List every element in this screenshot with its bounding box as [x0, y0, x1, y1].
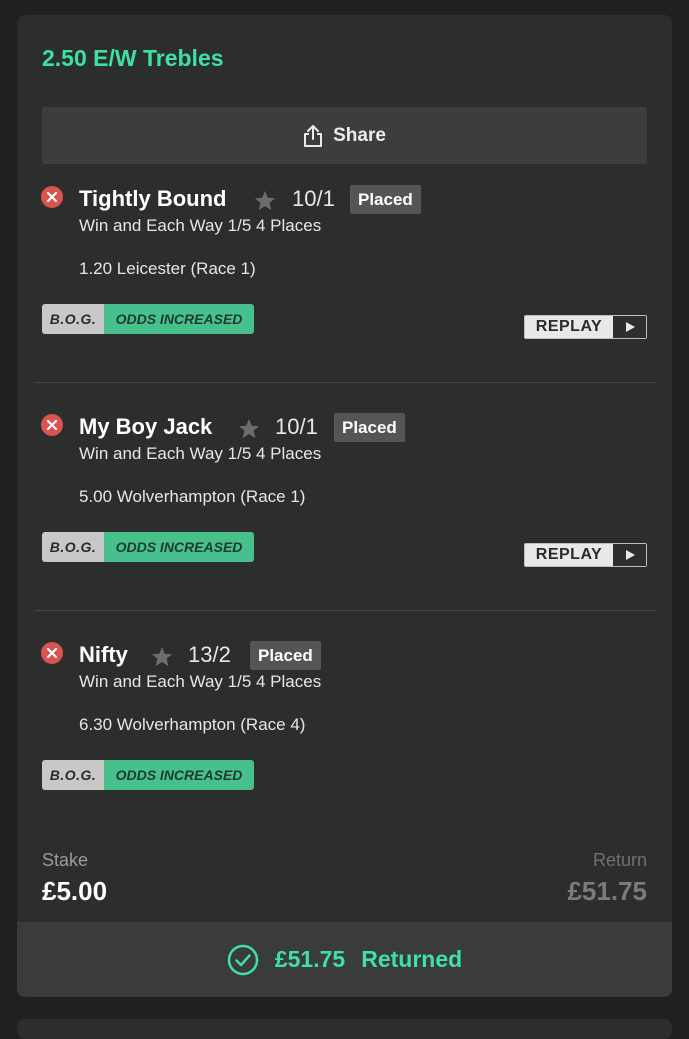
selection-1: Tightly Bound 10/1 Placed Win and Each W… [17, 185, 672, 414]
bet-card: 2.50 E/W Trebles Share Tightly Bound 10/… [17, 15, 672, 997]
bog-label: B.O.G. [42, 760, 104, 790]
divider [34, 382, 656, 383]
bet-title: 2.50 E/W Trebles [42, 45, 224, 71]
odds-increased-label: ODDS INCREASED [104, 760, 254, 790]
selection-race: 1.20 Leicester (Race 1) [79, 259, 256, 278]
selection-3: Nifty 13/2 Placed Win and Each Way 1/5 4… [17, 641, 672, 870]
x-circle-icon [41, 186, 63, 208]
selection-odds: 13/2 [188, 642, 231, 667]
bog-label: B.O.G. [42, 532, 104, 562]
replay-button[interactable]: REPLAY [524, 315, 647, 339]
selection-market: Win and Each Way 1/5 4 Places [79, 444, 322, 463]
return-label: Return [592, 850, 647, 870]
bog-badge: B.O.G. ODDS INCREASED [42, 304, 254, 334]
x-circle-icon [41, 642, 63, 664]
returned-amount: £51.75 [274, 946, 346, 972]
bog-badge: B.O.G. ODDS INCREASED [42, 760, 254, 790]
stake-value: £5.00 [42, 876, 108, 906]
share-button[interactable]: Share [42, 107, 647, 164]
returned-label: Returned [361, 946, 463, 972]
share-label: Share [333, 124, 386, 146]
selection-race: 6.30 Wolverhampton (Race 4) [79, 715, 306, 734]
selection-name: Nifty [79, 642, 128, 667]
bog-label: B.O.G. [42, 304, 104, 334]
selection-race: 5.00 Wolverhampton (Race 1) [79, 487, 306, 506]
odds-increased-label: ODDS INCREASED [104, 304, 254, 334]
replay-label: REPLAY [535, 546, 603, 563]
status-badge: Placed [250, 641, 321, 670]
selection-odds: 10/1 [275, 414, 318, 439]
x-circle-icon [41, 414, 63, 436]
status-badge: Placed [350, 185, 421, 214]
divider [34, 610, 656, 611]
replay-button[interactable]: REPLAY [524, 543, 647, 567]
selection-name: My Boy Jack [79, 414, 213, 439]
replay-label: REPLAY [535, 318, 603, 335]
bog-badge: B.O.G. ODDS INCREASED [42, 532, 254, 562]
selection-2: My Boy Jack 10/1 Placed Win and Each Way… [17, 413, 672, 642]
next-bet-card [17, 1019, 672, 1039]
play-icon [625, 322, 635, 332]
returned-banner: £51.75 Returned [17, 922, 672, 997]
star-icon[interactable] [151, 646, 173, 667]
star-icon[interactable] [254, 190, 276, 211]
play-icon [625, 550, 635, 560]
return-value: £51.75 [567, 876, 647, 906]
selection-name: Tightly Bound [79, 186, 227, 211]
selection-market: Win and Each Way 1/5 4 Places [79, 672, 322, 691]
odds-increased-label: ODDS INCREASED [104, 532, 254, 562]
share-icon [304, 124, 323, 147]
check-circle-icon [227, 944, 259, 975]
selection-odds: 10/1 [292, 186, 335, 211]
selection-market: Win and Each Way 1/5 4 Places [79, 216, 322, 235]
status-badge: Placed [334, 413, 405, 442]
star-icon[interactable] [238, 418, 260, 439]
stake-label: Stake [42, 850, 89, 870]
